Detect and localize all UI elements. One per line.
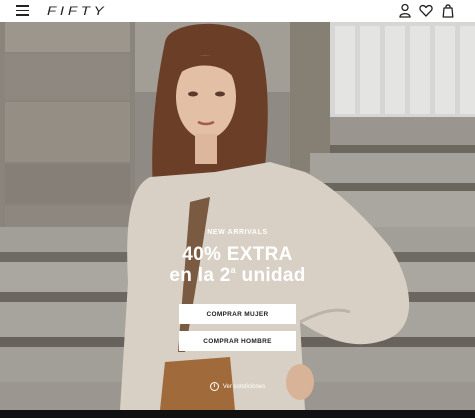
bottom-bar	[0, 410, 475, 418]
hero-eyebrow: NEW ARRIVALS	[207, 229, 268, 236]
info-icon: i	[209, 382, 219, 391]
hero-headline-line1: 40% EXTRA	[182, 244, 293, 265]
brand-logo[interactable]: FIFTY	[47, 4, 107, 18]
view-conditions-link[interactable]: i Ver condiciones	[0, 382, 475, 391]
top-header: FIFTY	[0, 0, 475, 22]
hero-overlay: NEW ARRIVALS 40% EXTRA en la 2a unidad C…	[0, 22, 475, 410]
headline-line2-post: unidad	[235, 265, 306, 286]
shopping-bag-icon[interactable]	[441, 3, 455, 18]
hamburger-menu-icon[interactable]	[16, 5, 29, 16]
shop-women-button[interactable]: COMPRAR MUJER	[179, 304, 296, 324]
conditions-label: Ver condiciones	[222, 383, 266, 390]
headline-line2-pre: en la 2	[169, 265, 231, 286]
user-icon[interactable]	[398, 3, 412, 18]
heart-icon[interactable]	[419, 3, 433, 18]
hero-banner[interactable]: NEW ARRIVALS 40% EXTRA en la 2a unidad C…	[0, 22, 475, 410]
shop-men-button[interactable]: COMPRAR HOMBRE	[179, 331, 296, 351]
hero-headline-line2: en la 2a unidad	[0, 265, 475, 287]
